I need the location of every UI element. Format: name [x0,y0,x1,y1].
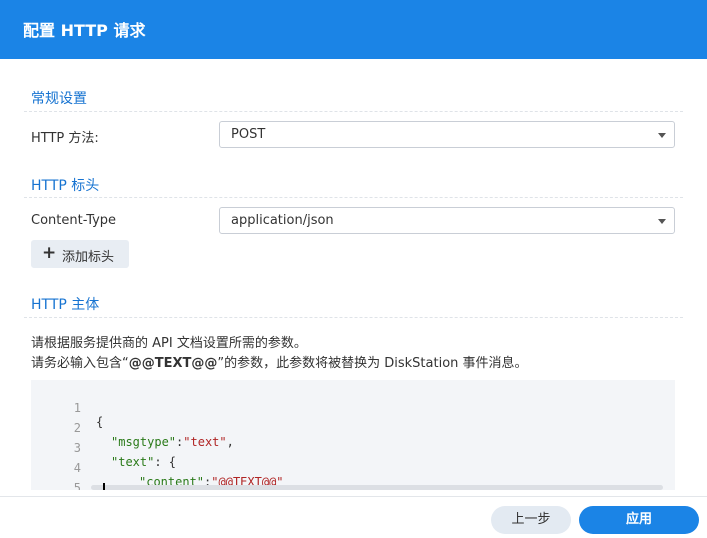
caret-down-icon [658,219,666,224]
add-header-button[interactable]: + 添加标头 [31,240,129,268]
line-number: 5 [73,481,81,490]
content-type-label: Content-Type [31,213,117,228]
plus-icon: + [42,243,57,263]
divider [24,197,683,198]
add-header-label: 添加标头 [62,250,115,265]
http-method-label: HTTP 方法: [31,131,99,146]
back-button[interactable]: 上一步 [491,506,571,534]
dialog-title: 配置 HTTP 请求 [23,21,146,40]
content-type-select[interactable]: application/json [219,207,675,234]
code-line: 4 "content":"@@TEXT@@" [31,447,675,489]
divider [24,111,683,112]
section-title-general: 常规设置 [31,91,87,107]
http-body-editor[interactable]: 1 { 2 "msgtype":"text", 3 "text": { 4 "c… [31,380,675,490]
divider [24,317,683,318]
content-type-value: application/json [231,213,334,228]
caret-down-icon [658,133,666,138]
dialog-header: 配置 HTTP 请求 [0,0,707,59]
code-line: 2 "msgtype":"text", [31,407,675,449]
body-description-line2: 请务必输入包含“@@TEXT@@”的参数，此参数将被替换为 DiskStatio… [31,352,528,371]
text-cursor [103,483,105,490]
desc-suffix: ”的参数，此参数将被替换为 DiskStation 事件消息。 [217,356,528,371]
http-method-value: POST [231,127,266,142]
code-line: 1 { [31,387,675,429]
section-title-body: HTTP 主体 [31,297,100,313]
code-line: 3 "text": { [31,427,675,469]
footer-divider [0,496,707,497]
section-title-headers: HTTP 标头 [31,178,100,194]
http-method-select[interactable]: POST [219,121,675,148]
desc-prefix: 请务必输入包含“ [31,356,129,371]
horizontal-scrollbar[interactable] [91,485,663,490]
text-placeholder-token: @@TEXT@@ [128,356,218,371]
code-line: 5 } [31,467,675,490]
apply-button[interactable]: 应用 [579,506,699,534]
body-description-line1: 请根据服务提供商的 API 文档设置所需的参数。 [31,336,307,351]
